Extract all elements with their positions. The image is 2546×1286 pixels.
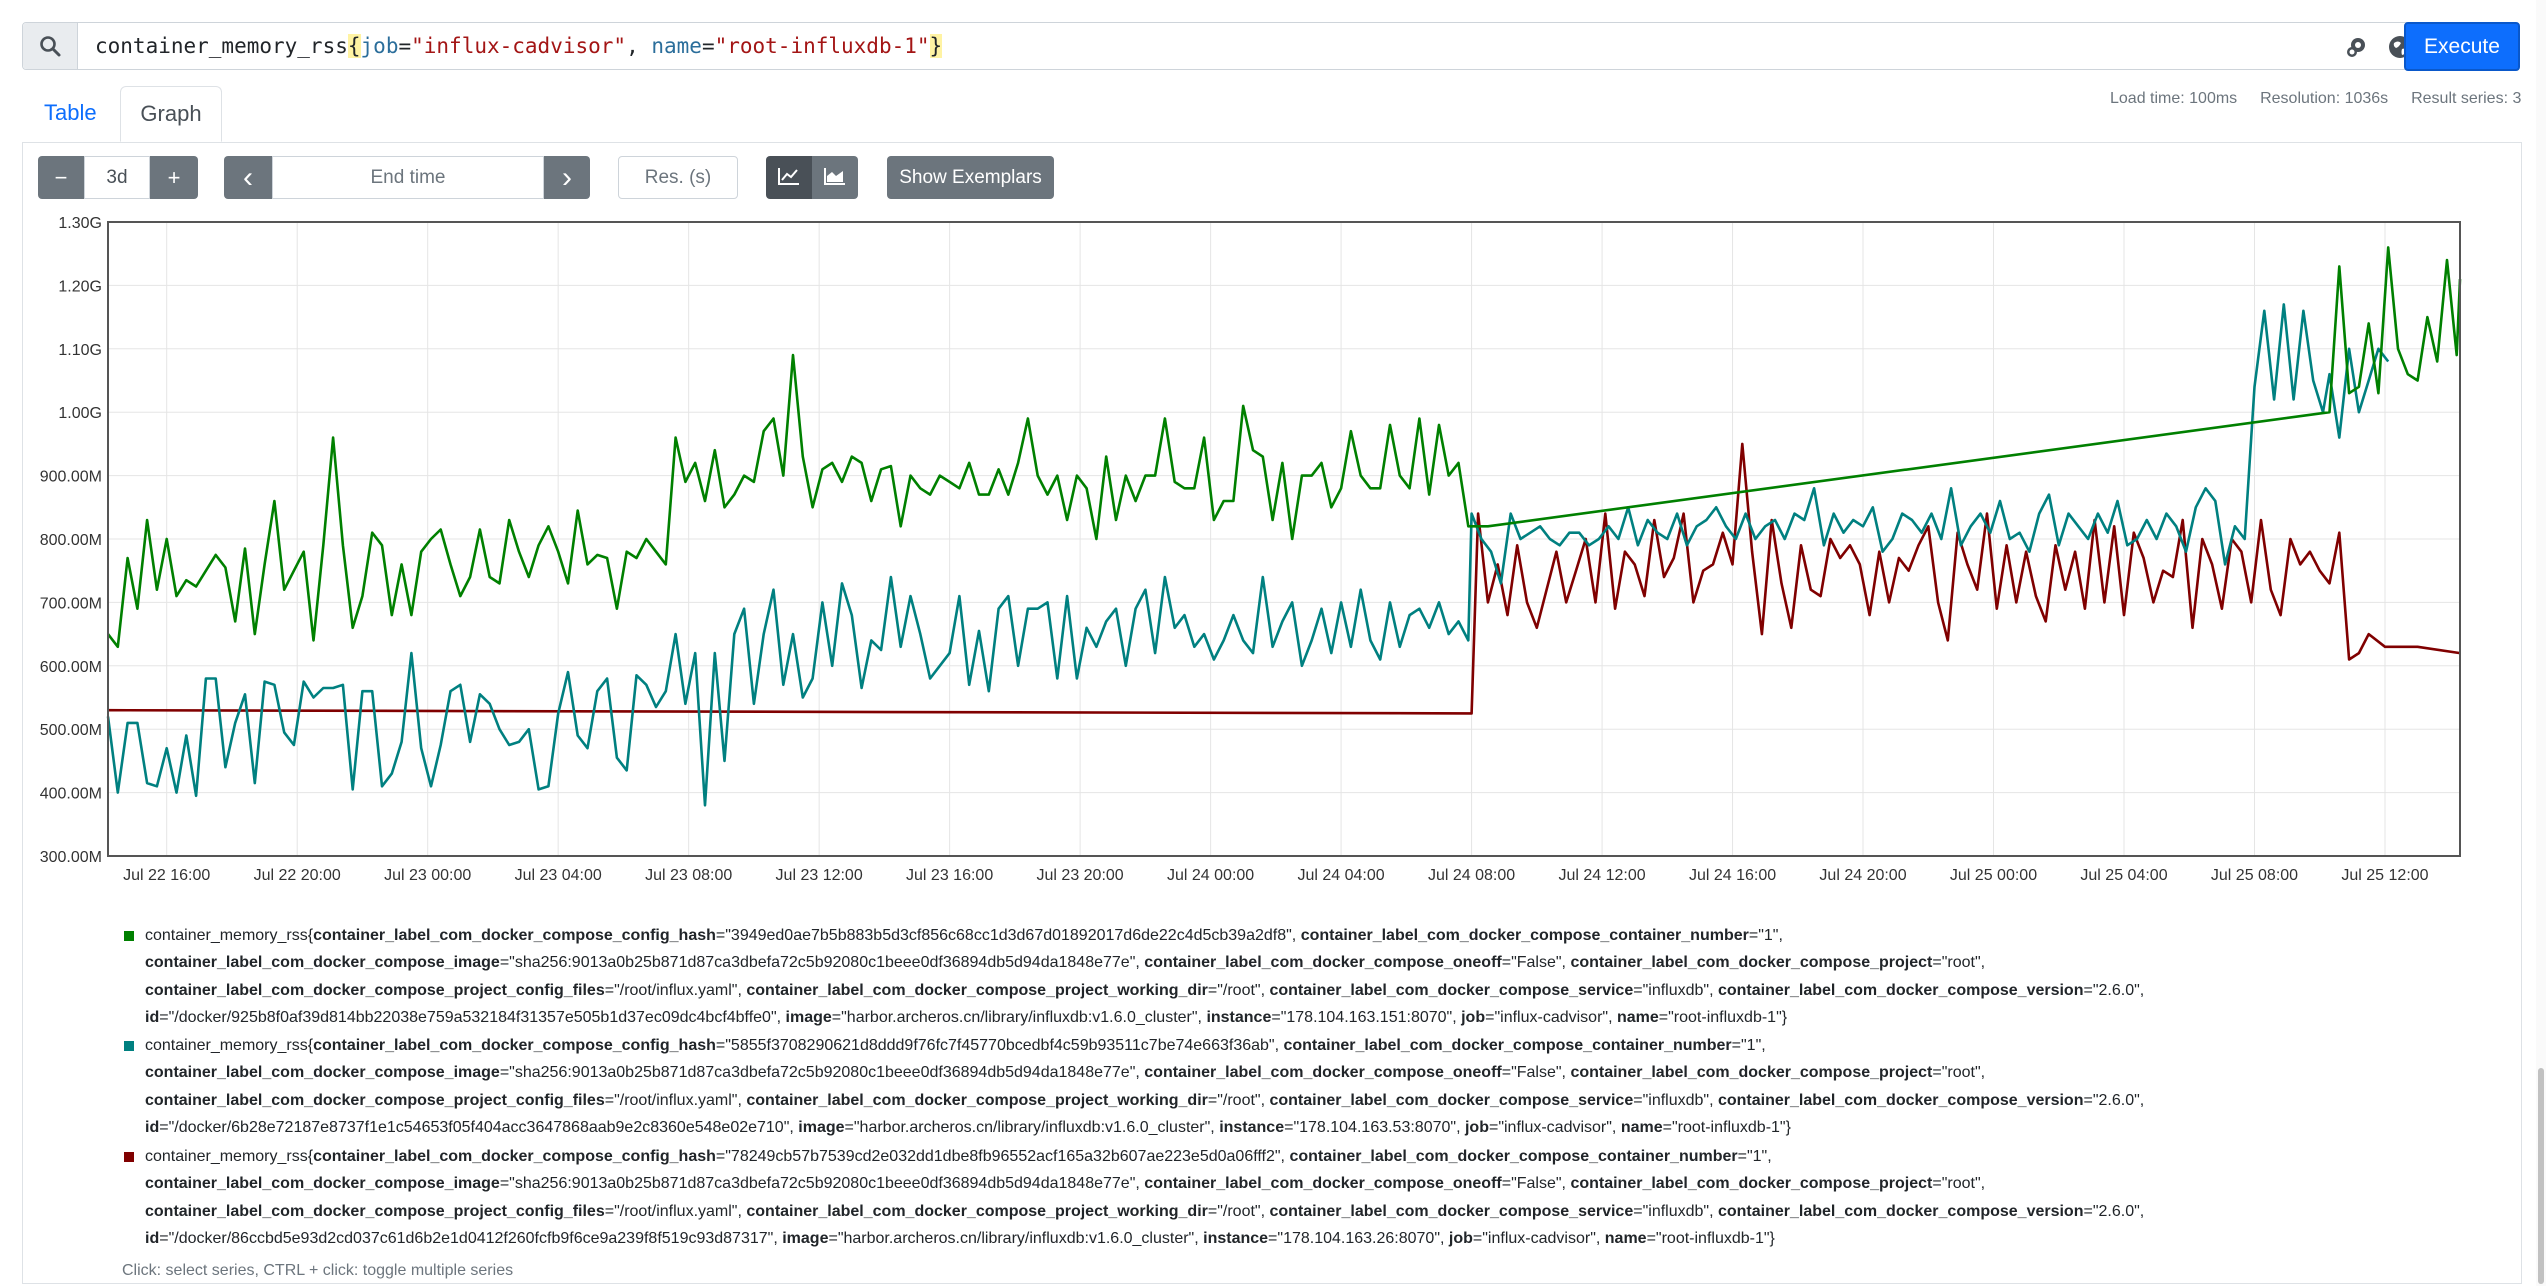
legend-hint: Click: select series, CTRL + click: togg… <box>122 1262 514 1279</box>
x-tick-label: Jul 23 12:00 <box>776 867 863 884</box>
y-tick-label: 900.00M <box>40 469 102 486</box>
legend-line: container_memory_rss{container_label_com… <box>145 927 1783 944</box>
legend-item[interactable]: container_memory_rss{container_label_com… <box>145 1032 2144 1141</box>
y-tick-label: 300.00M <box>40 849 102 866</box>
x-tick-label: Jul 24 00:00 <box>1167 867 1254 884</box>
chart-area[interactable]: 300.00M 400.00M 500.00M 600.00M 700.00M 800.0… <box>0 0 2546 900</box>
y-tick-label: 1.10G <box>58 342 102 359</box>
legend-line: container_label_com_docker_compose_image… <box>145 1175 1986 1193</box>
x-tick-label: Jul 25 12:00 <box>2341 867 2428 884</box>
x-tick-label: Jul 23 00:00 <box>384 867 471 884</box>
scrollbar-thumb[interactable] <box>2538 1068 2544 1284</box>
x-tick-label: Jul 25 00:00 <box>1950 867 2037 884</box>
y-tick-label: 500.00M <box>40 722 102 739</box>
x-tick-label: Jul 25 08:00 <box>2211 867 2298 884</box>
x-tick-label: Jul 23 04:00 <box>515 867 602 884</box>
legend-swatch <box>124 1041 134 1051</box>
legend-line: container_label_com_docker_compose_proje… <box>145 1091 2145 1109</box>
y-tick-label: 800.00M <box>40 532 102 549</box>
legend-item[interactable]: container_memory_rss{container_label_com… <box>145 1143 2144 1252</box>
legend-line: id="/docker/86ccbd5e93d2cd037c61d6b2e1d0… <box>145 1229 1775 1247</box>
legend-line: container_label_com_docker_compose_proje… <box>145 1202 2145 1220</box>
legend-line: id="/docker/6b28e72187e8737f1e1c54653f05… <box>145 1118 1791 1136</box>
x-tick-label: Jul 24 08:00 <box>1428 867 1515 884</box>
y-tick-label: 400.00M <box>40 786 102 803</box>
series-line-2[interactable] <box>106 303 2390 807</box>
legend-line: container_memory_rss{container_label_com… <box>145 1037 1766 1054</box>
y-tick-label: 1.20G <box>58 278 102 295</box>
legend-line: id="/docker/925b8f0af39d814bb22038e759a5… <box>145 1008 1788 1026</box>
x-tick-label: Jul 24 20:00 <box>1819 867 1906 884</box>
legend-line: container_label_com_docker_compose_proje… <box>145 981 2145 999</box>
y-tick-label: 700.00M <box>40 595 102 612</box>
x-tick-label: Jul 23 16:00 <box>906 867 993 884</box>
y-tick-label: 600.00M <box>40 659 102 676</box>
x-tick-label: Jul 24 16:00 <box>1689 867 1776 884</box>
x-tick-label: Jul 23 08:00 <box>645 867 732 884</box>
legend-item[interactable]: container_memory_rss{container_label_com… <box>145 922 2144 1031</box>
y-tick-label: 1.00G <box>58 405 102 422</box>
x-tick-label: Jul 22 16:00 <box>123 867 210 884</box>
x-tick-label: Jul 24 04:00 <box>1297 867 1384 884</box>
x-tick-label: Jul 24 12:00 <box>1558 867 1645 884</box>
x-tick-label: Jul 23 20:00 <box>1037 867 1124 884</box>
y-tick-label: 1.30G <box>58 215 102 232</box>
x-tick-label: Jul 22 20:00 <box>254 867 341 884</box>
x-tick-label: Jul 25 04:00 <box>2080 867 2167 884</box>
legend-swatch <box>124 931 134 941</box>
legend-swatch <box>124 1152 134 1162</box>
legend-line: container_label_com_docker_compose_image… <box>145 954 1986 972</box>
legend-line: container_memory_rss{container_label_com… <box>145 1148 1772 1165</box>
legend-line: container_label_com_docker_compose_image… <box>145 1064 1986 1082</box>
